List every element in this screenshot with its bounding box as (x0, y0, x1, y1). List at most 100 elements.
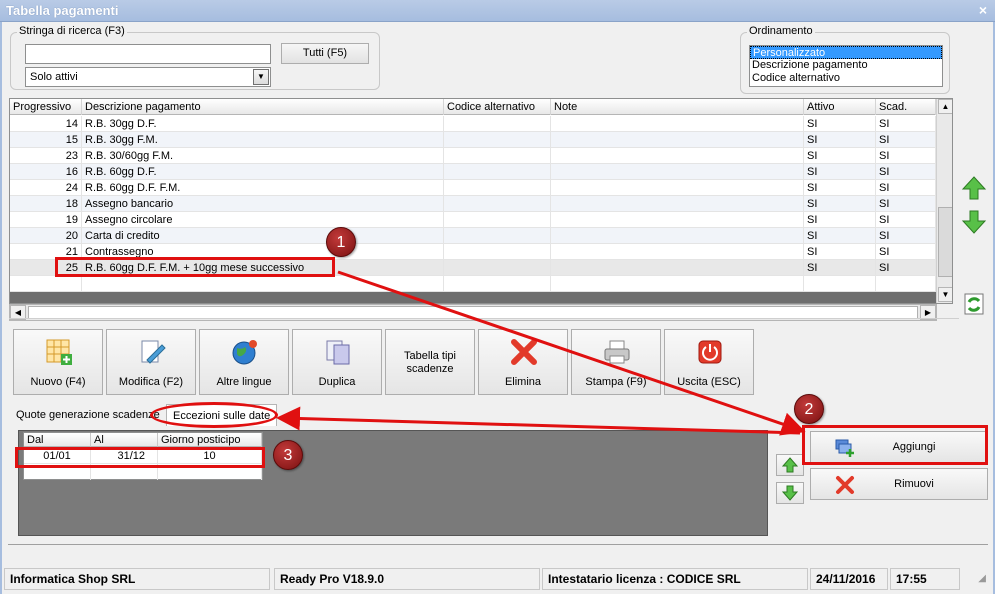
cell-descrizione[interactable]: Carta di credito (82, 228, 444, 244)
cell-attivo[interactable]: SI (804, 148, 876, 164)
cell-attivo[interactable]: SI (804, 244, 876, 260)
cell-scad[interactable]: SI (876, 132, 936, 148)
cell-progressivo[interactable]: 20 (10, 228, 82, 244)
cell-note[interactable] (551, 196, 804, 212)
sort-option-personalizzato[interactable]: Personalizzato (750, 46, 942, 59)
print-button[interactable]: Stampa (F9) (571, 329, 661, 395)
cell-descrizione[interactable]: R.B. 60gg D.F. (82, 164, 444, 180)
table-row[interactable]: 23 R.B. 30/60gg F.M. SI SI (10, 148, 936, 164)
exception-down-button[interactable] (776, 482, 804, 504)
sort-option-descrizione[interactable]: Descrizione pagamento (750, 59, 942, 72)
cell-attivo[interactable]: SI (804, 196, 876, 212)
cell-codice[interactable] (444, 260, 551, 276)
cell-note[interactable] (551, 148, 804, 164)
table-row[interactable]: 18 Assegno bancario SI SI (10, 196, 936, 212)
payments-grid[interactable]: Progressivo Descrizione pagamento Codice… (9, 98, 953, 304)
new-button[interactable]: Nuovo (F4) (13, 329, 103, 395)
filter-select[interactable]: Solo attivi ▼ (25, 67, 271, 87)
cell-descrizione[interactable]: R.B. 30gg F.M. (82, 132, 444, 148)
cell-attivo[interactable]: SI (804, 132, 876, 148)
col-scad[interactable]: Scad. (876, 99, 936, 115)
cell-note[interactable] (551, 180, 804, 196)
cell-descrizione[interactable]: Contrassegno (82, 244, 444, 260)
cell-al[interactable]: 31/12 (91, 448, 158, 464)
cell-codice[interactable] (444, 180, 551, 196)
cell-descrizione[interactable]: R.B. 30gg D.F. (82, 116, 444, 132)
all-button[interactable]: Tutti (F5) (281, 43, 369, 64)
cell-progressivo[interactable]: 14 (10, 116, 82, 132)
add-button[interactable]: Aggiungi (810, 431, 988, 463)
cell-scad[interactable]: SI (876, 116, 936, 132)
scroll-down-icon[interactable]: ▼ (938, 287, 952, 302)
exception-up-button[interactable] (776, 454, 804, 476)
col-al[interactable]: Al (91, 433, 158, 447)
table-row[interactable]: 14 R.B. 30gg D.F. SI SI (10, 116, 936, 132)
cell-progressivo[interactable]: 21 (10, 244, 82, 260)
cell-scad[interactable]: SI (876, 180, 936, 196)
cell-note[interactable] (551, 228, 804, 244)
duplicate-button[interactable]: Duplica (292, 329, 382, 395)
cell-progressivo[interactable]: 16 (10, 164, 82, 180)
cell-scad[interactable]: SI (876, 228, 936, 244)
table-row[interactable]: 21 Contrassegno SI SI (10, 244, 936, 260)
exit-button[interactable]: Uscita (ESC) (664, 329, 754, 395)
cell-attivo[interactable]: SI (804, 228, 876, 244)
cell-scad[interactable]: SI (876, 260, 936, 276)
cell-codice[interactable] (444, 244, 551, 260)
move-down-arrow-icon[interactable] (960, 208, 988, 236)
cell-note[interactable] (551, 260, 804, 276)
cell-attivo[interactable]: SI (804, 164, 876, 180)
cell-attivo[interactable]: SI (804, 260, 876, 276)
cell-note[interactable] (551, 212, 804, 228)
chevron-down-icon[interactable]: ▼ (253, 69, 269, 85)
cell-descrizione[interactable]: R.B. 60gg D.F. F.M. (82, 180, 444, 196)
grid-vertical-scrollbar[interactable]: ▲ ▼ (936, 99, 952, 303)
cell-descrizione[interactable]: Assegno bancario (82, 196, 444, 212)
sort-option-codice[interactable]: Codice alternativo (750, 72, 942, 85)
col-giorno[interactable]: Giorno posticipo (158, 433, 262, 447)
search-input[interactable] (25, 44, 271, 64)
resize-grip-icon[interactable]: ◢ (962, 568, 986, 590)
cell-progressivo[interactable]: 18 (10, 196, 82, 212)
table-row[interactable]: 20 Carta di credito SI SI (10, 228, 936, 244)
exceptions-grid[interactable]: Dal Al Giorno posticipo 01/01 31/12 10 (23, 432, 263, 480)
sort-list[interactable]: Personalizzato Descrizione pagamento Cod… (749, 45, 943, 87)
table-row[interactable]: 19 Assegno circolare SI SI (10, 212, 936, 228)
cell-progressivo[interactable]: 19 (10, 212, 82, 228)
table-row[interactable]: 25 R.B. 60gg D.F. F.M. + 10gg mese succes… (10, 260, 936, 276)
schedule-types-button[interactable]: Tabella tipi scadenze (385, 329, 475, 395)
tab-quote[interactable]: Quote generazione scadenze (10, 404, 166, 426)
col-progressivo[interactable]: Progressivo (10, 99, 82, 115)
col-attivo[interactable]: Attivo (804, 99, 876, 115)
refresh-icon[interactable] (960, 290, 988, 318)
cell-scad[interactable]: SI (876, 148, 936, 164)
empty-row[interactable] (10, 276, 936, 292)
cell-codice[interactable] (444, 228, 551, 244)
cell-dal[interactable]: 01/01 (24, 448, 91, 464)
cell-descrizione[interactable]: R.B. 30/60gg F.M. (82, 148, 444, 164)
cell-codice[interactable] (444, 164, 551, 180)
cell-codice[interactable] (444, 132, 551, 148)
col-note[interactable]: Note (551, 99, 804, 115)
cell-scad[interactable]: SI (876, 212, 936, 228)
col-descrizione[interactable]: Descrizione pagamento (82, 99, 444, 115)
move-up-arrow-icon[interactable] (960, 174, 988, 202)
cell-progressivo[interactable]: 15 (10, 132, 82, 148)
cell-attivo[interactable]: SI (804, 180, 876, 196)
cell-codice[interactable] (444, 212, 551, 228)
cell-scad[interactable]: SI (876, 164, 936, 180)
cell-codice[interactable] (444, 116, 551, 132)
cell-scad[interactable]: SI (876, 244, 936, 260)
scroll-up-icon[interactable]: ▲ (938, 99, 952, 114)
table-row[interactable]: 16 R.B. 60gg D.F. SI SI (10, 164, 936, 180)
close-icon[interactable]: × (979, 2, 987, 18)
cell-giorno[interactable]: 10 (158, 448, 262, 464)
cell-progressivo[interactable]: 23 (10, 148, 82, 164)
cell-codice[interactable] (444, 196, 551, 212)
scroll-thumb[interactable] (938, 207, 952, 277)
cell-progressivo[interactable]: 24 (10, 180, 82, 196)
cell-progressivo[interactable]: 25 (10, 260, 82, 276)
col-dal[interactable]: Dal (24, 433, 91, 447)
cell-codice[interactable] (444, 148, 551, 164)
table-row[interactable]: 24 R.B. 60gg D.F. F.M. SI SI (10, 180, 936, 196)
